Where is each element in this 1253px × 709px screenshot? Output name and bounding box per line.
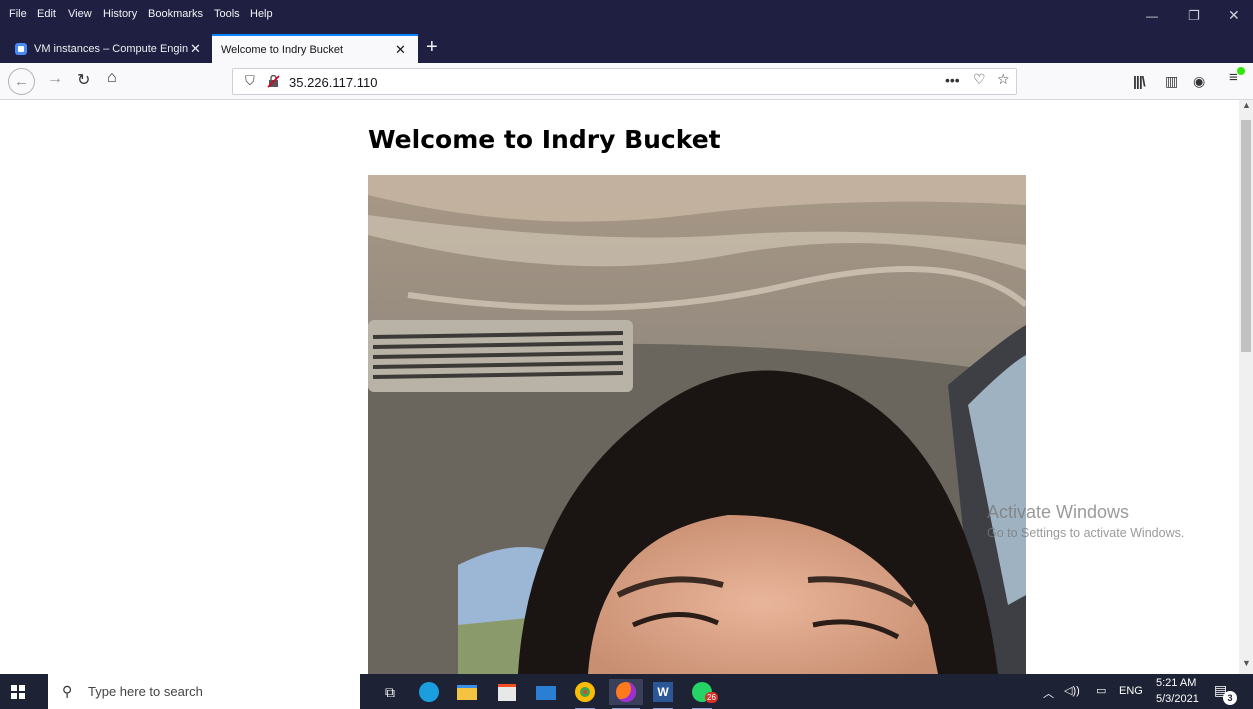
bookmark-star-icon[interactable]: ☆ [997,71,1010,88]
compute-engine-icon [15,43,27,55]
show-hidden-icons-icon[interactable]: ︿ [1043,685,1054,701]
new-tab-icon[interactable]: + [426,36,438,59]
mail-icon[interactable] [533,679,559,705]
tab-title: Welcome to Indry Bucket [221,44,344,56]
search-icon: ⚲ [62,683,73,699]
menu-help[interactable]: Help [250,8,273,20]
taskbar-search-box[interactable]: ⚲ Type here to search [48,674,360,709]
scrollbar-thumb[interactable] [1241,120,1251,352]
page-content: Welcome to Indry Bucket [0,100,1239,674]
pocket-icon[interactable]: ♡ [973,71,986,88]
menu-view[interactable]: View [68,8,92,20]
bucket-photo [368,175,1026,674]
scroll-down-icon[interactable]: ▼ [1242,658,1251,668]
battery-icon[interactable]: ▭ [1096,684,1106,697]
forward-arrow-icon[interactable]: → [47,70,63,88]
selfie-image [368,175,1026,674]
menu-bookmarks[interactable]: Bookmarks [148,8,203,20]
tab-welcome[interactable]: Welcome to Indry Bucket ✕ [212,34,418,63]
notification-count: 3 [1223,691,1237,705]
menu-file[interactable]: File [9,8,27,20]
tab-vm-instances[interactable]: VM instances – Compute Engin ✕ [0,35,211,63]
language-indicator[interactable]: ENG [1119,685,1143,697]
edge-icon[interactable] [416,679,442,705]
url-bar[interactable]: ⛉ 35.226.117.110 ••• ♡ ☆ [232,68,1017,95]
close-tab-icon[interactable]: ✕ [190,41,201,57]
volume-icon[interactable]: ◁)) [1064,684,1080,697]
url-text[interactable]: 35.226.117.110 [289,75,377,90]
file-explorer-icon[interactable] [454,679,480,705]
clock-date[interactable]: 5/3/2021 [1156,693,1199,705]
page-actions-icon[interactable]: ••• [945,72,960,88]
close-tab-icon[interactable]: ✕ [395,42,406,58]
menu-bar: File Edit View History Bookmarks Tools H… [0,0,1253,32]
activate-windows-title: Activate Windows [987,502,1130,522]
microsoft-store-icon[interactable] [494,679,520,705]
sidebar-icon[interactable]: ▥ [1165,73,1178,90]
firefox-icon[interactable] [609,679,643,709]
menu-tools[interactable]: Tools [214,8,240,20]
scroll-up-icon[interactable]: ▲ [1242,100,1251,110]
menu-edit[interactable]: Edit [37,8,56,20]
menu-history[interactable]: History [103,8,137,20]
minimize-icon[interactable]: — [1146,9,1158,23]
tab-title: VM instances – Compute Engin [34,43,189,55]
clock-time[interactable]: 5:21 AM [1156,677,1196,689]
search-placeholder: Type here to search [88,684,203,699]
activate-windows-subtitle: Go to Settings to activate Windows. [987,526,1185,540]
task-view-icon[interactable]: ⧉ [377,679,403,705]
windows-start-icon[interactable] [11,685,25,699]
chrome-icon[interactable] [572,679,598,709]
tab-bar: VM instances – Compute Engin ✕ Welcome t… [0,32,1253,63]
windows-taskbar: ⚲ Type here to search ⧉ W 26 ︿ ◁)) ▭ ENG… [0,674,1253,709]
home-icon[interactable]: ⌂ [107,69,117,87]
insecure-lock-icon[interactable] [267,75,280,88]
reload-icon[interactable]: ↻ [77,70,90,90]
tracking-shield-icon[interactable]: ⛉ [245,73,255,89]
page-scrollbar[interactable]: ▲ ▼ [1239,100,1253,674]
page-heading: Welcome to Indry Bucket [368,125,721,154]
back-arrow-icon[interactable]: ← [8,68,35,95]
account-icon[interactable]: ◉ [1193,73,1205,90]
whatsapp-unread-badge: 26 [705,692,718,703]
restore-icon[interactable]: ❐ [1188,8,1200,24]
update-badge-icon [1237,67,1245,75]
navigation-toolbar: ← → ↻ ⌂ ⛉ 35.226.117.110 ••• ♡ ☆ |||\ ▥ … [0,63,1253,100]
close-window-icon[interactable]: ✕ [1228,7,1240,24]
library-icon[interactable]: |||\ [1133,73,1146,89]
word-icon[interactable]: W [650,679,676,709]
